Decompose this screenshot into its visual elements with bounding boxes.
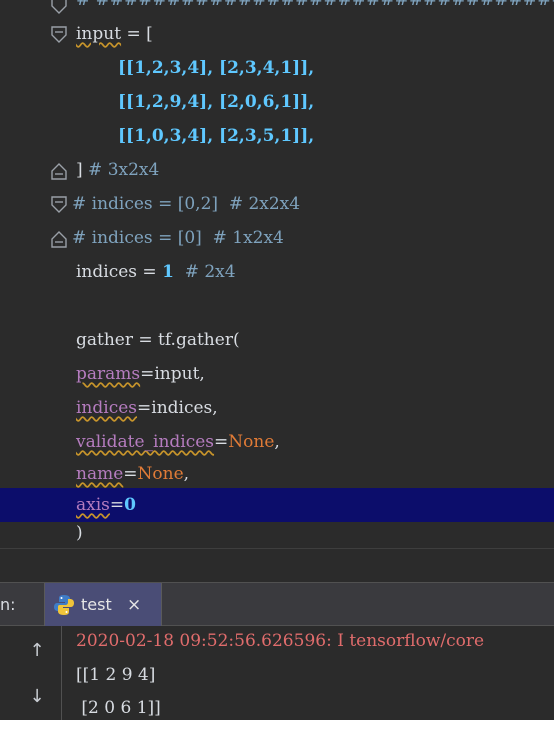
param-name: name xyxy=(76,464,124,484)
code-argument: name=None, xyxy=(76,464,190,484)
code-statement: input = [ xyxy=(76,17,153,51)
scroll-up-icon[interactable]: ↑ xyxy=(24,638,50,664)
code-line: ] # 3x2x4 xyxy=(0,153,554,187)
editor-footer xyxy=(0,548,554,582)
code-line: ) xyxy=(0,522,554,548)
window-bottom-edge xyxy=(0,720,554,730)
console-line-output: [[1 2 9 4] xyxy=(76,665,156,685)
fold-collapse-icon[interactable] xyxy=(50,195,68,215)
code-line: [[1,2,9,4], [2,0,6,1]], xyxy=(0,85,554,119)
code-line: # indices = [0,2] # 2x2x4 xyxy=(0,187,554,221)
code-argument: indices=indices, xyxy=(76,391,218,425)
code-line: indices = 1 # 2x4 xyxy=(0,255,554,289)
run-tab-bar: n: test × xyxy=(0,582,554,627)
param-value: =input, xyxy=(140,364,205,384)
console-line-output: [2 0 6 1]] xyxy=(76,698,161,718)
console-toolbar: ↑ ↓ xyxy=(0,626,62,720)
fold-collapse-icon[interactable] xyxy=(50,0,68,16)
code-bracket: ] xyxy=(76,160,89,180)
code-statement: gather = tf.gather( xyxy=(76,330,240,350)
param-value: =indices, xyxy=(137,398,218,418)
code-line: indices=indices, xyxy=(0,391,554,425)
variable-input: input xyxy=(76,24,122,44)
tab-test[interactable]: test × xyxy=(44,583,162,627)
code-comment: # indices = [0,2] # 2x2x4 xyxy=(72,194,301,214)
code-line: gather = tf.gather( xyxy=(0,323,554,357)
code-line: [[1,2,3,4], [2,3,4,1]], xyxy=(0,51,554,85)
code-comment: # 2x4 xyxy=(173,262,236,282)
code-comment: # ######################################… xyxy=(76,0,554,10)
param-name: indices xyxy=(76,398,138,418)
console-output[interactable]: ↑ ↓ 2020-02-18 09:52:56.626596: I tensor… xyxy=(0,626,554,720)
python-icon xyxy=(54,595,74,615)
code-statement: indices = 1 # 2x4 xyxy=(76,255,236,289)
code-line: validate_indices=None, xyxy=(0,425,554,459)
code-bracket: ) xyxy=(76,523,83,543)
param-name: params xyxy=(76,364,141,384)
fold-expand-icon[interactable] xyxy=(50,229,68,249)
array-row: [[1,2,3,4], [2,3,4,1]], xyxy=(118,58,315,78)
code-editor[interactable]: # ######################################… xyxy=(0,0,554,548)
param-name: validate_indices xyxy=(76,432,215,452)
code-line: name=None, xyxy=(0,457,554,491)
code-line: # indices = [0] # 1x2x4 xyxy=(0,221,554,255)
number-literal: 0 xyxy=(124,495,136,515)
close-icon[interactable]: × xyxy=(127,583,141,627)
code-line-current: axis=0 xyxy=(0,488,554,522)
array-row: [[1,0,3,4], [2,3,5,1]], xyxy=(118,126,315,146)
array-row: [[1,2,9,4], [2,0,6,1]], xyxy=(118,92,315,112)
scroll-down-icon[interactable]: ↓ xyxy=(24,684,50,710)
run-panel-label: n: xyxy=(0,595,16,614)
code-argument: validate_indices=None, xyxy=(76,432,280,452)
keyword-none: None xyxy=(228,432,275,452)
code-comment: # 3x2x4 xyxy=(88,160,160,180)
code-comment: # indices = [0] # 1x2x4 xyxy=(72,228,284,248)
fold-expand-icon[interactable] xyxy=(50,161,68,181)
variable-indices: indices = xyxy=(76,262,163,282)
code-argument: axis=0 xyxy=(76,495,136,515)
tab-test-label: test xyxy=(81,595,112,614)
number-literal: 1 xyxy=(162,262,174,282)
param-name: axis xyxy=(76,495,110,515)
console-line-log: 2020-02-18 09:52:56.626596: I tensorflow… xyxy=(76,631,485,651)
code-argument: params=input, xyxy=(76,357,205,391)
code-line: input = [ xyxy=(0,17,554,51)
code-line: params=input, xyxy=(0,357,554,391)
code-statement: ] # 3x2x4 xyxy=(76,153,159,187)
code-line: [[1,0,3,4], [2,3,5,1]], xyxy=(0,119,554,153)
keyword-none: None xyxy=(137,464,184,484)
fold-collapse-icon[interactable] xyxy=(50,25,68,45)
code-line: # ######################################… xyxy=(0,0,554,17)
code-operator: = [ xyxy=(121,24,153,44)
